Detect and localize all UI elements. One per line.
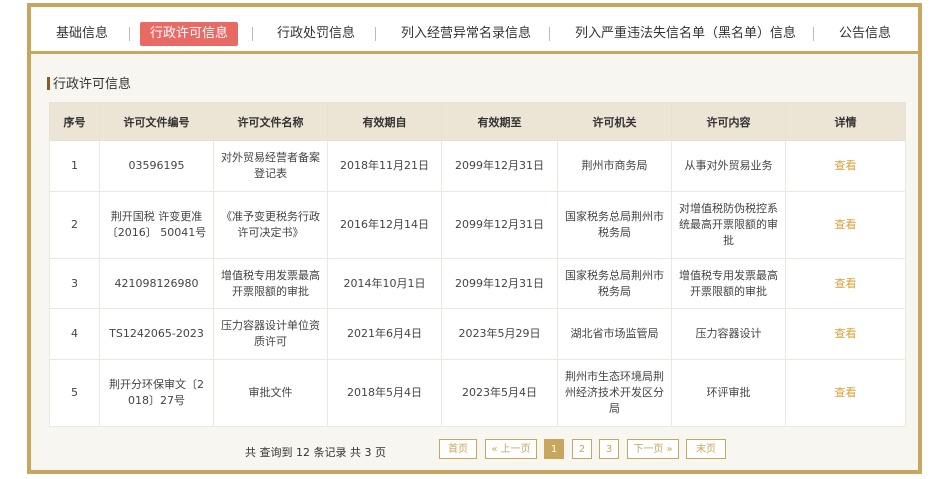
tab-blacklist[interactable]: 列入严重违法失信名单（黑名单）信息 [565,22,806,46]
cell-content: 增值税专用发票最高开票限额的审批 [671,258,786,309]
cell-content: 压力容器设计 [671,308,786,360]
cell-detail: 查看 [785,308,906,360]
tab-separator [813,27,814,41]
cell-doc-no: 03596195 [99,140,214,192]
cell-valid-from: 2014年10月1日 [327,258,442,309]
cell-content: 从事对外贸易业务 [671,140,786,192]
cell-doc-no: 荆开分环保审文〔2018〕27号 [99,359,214,427]
cell-no: 1 [49,140,100,192]
last-page-button[interactable]: 末页 [686,439,726,459]
cell-doc-name: 对外贸易经营者备案登记表 [213,140,328,192]
cell-doc-name: 审批文件 [213,359,328,427]
cell-detail: 查看 [785,359,906,427]
page-button-1[interactable]: 1 [544,439,564,459]
cell-valid-from: 2018年5月4日 [327,359,442,427]
cell-valid-to: 2023年5月29日 [441,308,558,360]
cell-doc-name: 增值税专用发票最高开票限额的审批 [213,258,328,309]
cell-no: 4 [49,308,100,360]
cell-doc-no: TS1242065-2023 [99,308,214,360]
view-detail-link[interactable]: 查看 [835,327,857,340]
cell-content: 对增值税防伪税控系统最高开票限额的审批 [671,191,786,259]
header-content: 许可内容 [671,102,786,141]
cell-authority: 国家税务总局荆州市税务局 [557,191,672,259]
header-no: 序号 [49,102,100,141]
cell-no: 3 [49,258,100,309]
cell-no: 2 [49,191,100,259]
table-row: 3 421098126980 增值税专用发票最高开票限额的审批 2014年10月… [49,258,906,309]
view-detail-link[interactable]: 查看 [835,159,857,172]
view-detail-link[interactable]: 查看 [835,386,857,399]
cell-valid-to: 2099年12月31日 [441,191,558,259]
tab-admin-penalty[interactable]: 行政处罚信息 [267,22,365,46]
cell-detail: 查看 [785,140,906,192]
cell-doc-name: 《准予变更税务行政许可决定书》 [213,191,328,259]
tab-basic-info[interactable]: 基础信息 [46,22,118,46]
header-detail: 详情 [785,102,906,141]
cell-detail: 查看 [785,191,906,259]
header-doc-no: 许可文件编号 [99,102,214,141]
content-frame: 基础信息 行政许可信息 行政处罚信息 列入经营异常名录信息 列入严重违法失信名单… [27,3,922,474]
cell-authority: 荆州市商务局 [557,140,672,192]
cell-doc-no: 荆开国税 许变更准〔2016〕 50041号 [99,191,214,259]
cell-detail: 查看 [785,258,906,309]
table-row: 1 03596195 对外贸易经营者备案登记表 2018年11月21日 2099… [49,140,906,192]
cell-authority: 湖北省市场监管局 [557,308,672,360]
table-header-row: 序号 许可文件编号 许可文件名称 有效期自 有效期至 许可机关 许可内容 详情 [49,102,906,141]
cell-valid-from: 2016年12月14日 [327,191,442,259]
header-valid-to: 有效期至 [441,102,558,141]
title-marker [47,77,50,90]
tab-abnormal-operation[interactable]: 列入经营异常名录信息 [391,22,541,46]
tab-bar: 基础信息 行政许可信息 行政处罚信息 列入经营异常名录信息 列入严重违法失信名单… [31,7,918,54]
cell-valid-to: 2099年12月31日 [441,140,558,192]
first-page-button[interactable]: 首页 [439,439,477,459]
cell-valid-from: 2021年6月4日 [327,308,442,360]
section-title: 行政许可信息 [47,77,131,93]
tab-separator [549,27,550,41]
pagination-summary: 共 查询到 12 条记录 共 3 页 [245,446,386,459]
tab-separator [252,27,253,41]
cell-content: 环评审批 [671,359,786,427]
cell-valid-to: 2099年12月31日 [441,258,558,309]
cell-doc-name: 压力容器设计单位资质许可 [213,308,328,360]
table-row: 4 TS1242065-2023 压力容器设计单位资质许可 2021年6月4日 … [49,308,906,360]
view-detail-link[interactable]: 查看 [835,277,857,290]
cell-valid-to: 2023年5月4日 [441,359,558,427]
license-table: 序号 许可文件编号 许可文件名称 有效期自 有效期至 许可机关 许可内容 详情 … [49,102,906,427]
view-detail-link[interactable]: 查看 [835,218,857,231]
header-doc-name: 许可文件名称 [213,102,328,141]
cell-authority: 国家税务总局荆州市税务局 [557,258,672,309]
cell-authority: 荆州市生态环境局荆州经济技术开发区分局 [557,359,672,427]
prev-page-button[interactable]: « 上一页 [485,439,537,459]
section-title-text: 行政许可信息 [53,77,132,92]
next-page-button[interactable]: 下一页 » [627,439,679,459]
table-row: 5 荆开分环保审文〔2018〕27号 审批文件 2018年5月4日 2023年5… [49,359,906,427]
tab-separator [129,27,130,41]
header-valid-from: 有效期自 [327,102,442,141]
page-button-2[interactable]: 2 [572,439,592,459]
table-row: 2 荆开国税 许变更准〔2016〕 50041号 《准予变更税务行政许可决定书》… [49,191,906,259]
tab-separator [375,27,376,41]
tab-announcements[interactable]: 公告信息 [829,22,901,46]
cell-valid-from: 2018年11月21日 [327,140,442,192]
tab-admin-license[interactable]: 行政许可信息 [140,22,239,46]
cell-doc-no: 421098126980 [99,258,214,309]
header-authority: 许可机关 [557,102,672,141]
cell-no: 5 [49,359,100,427]
page-button-3[interactable]: 3 [599,439,619,459]
